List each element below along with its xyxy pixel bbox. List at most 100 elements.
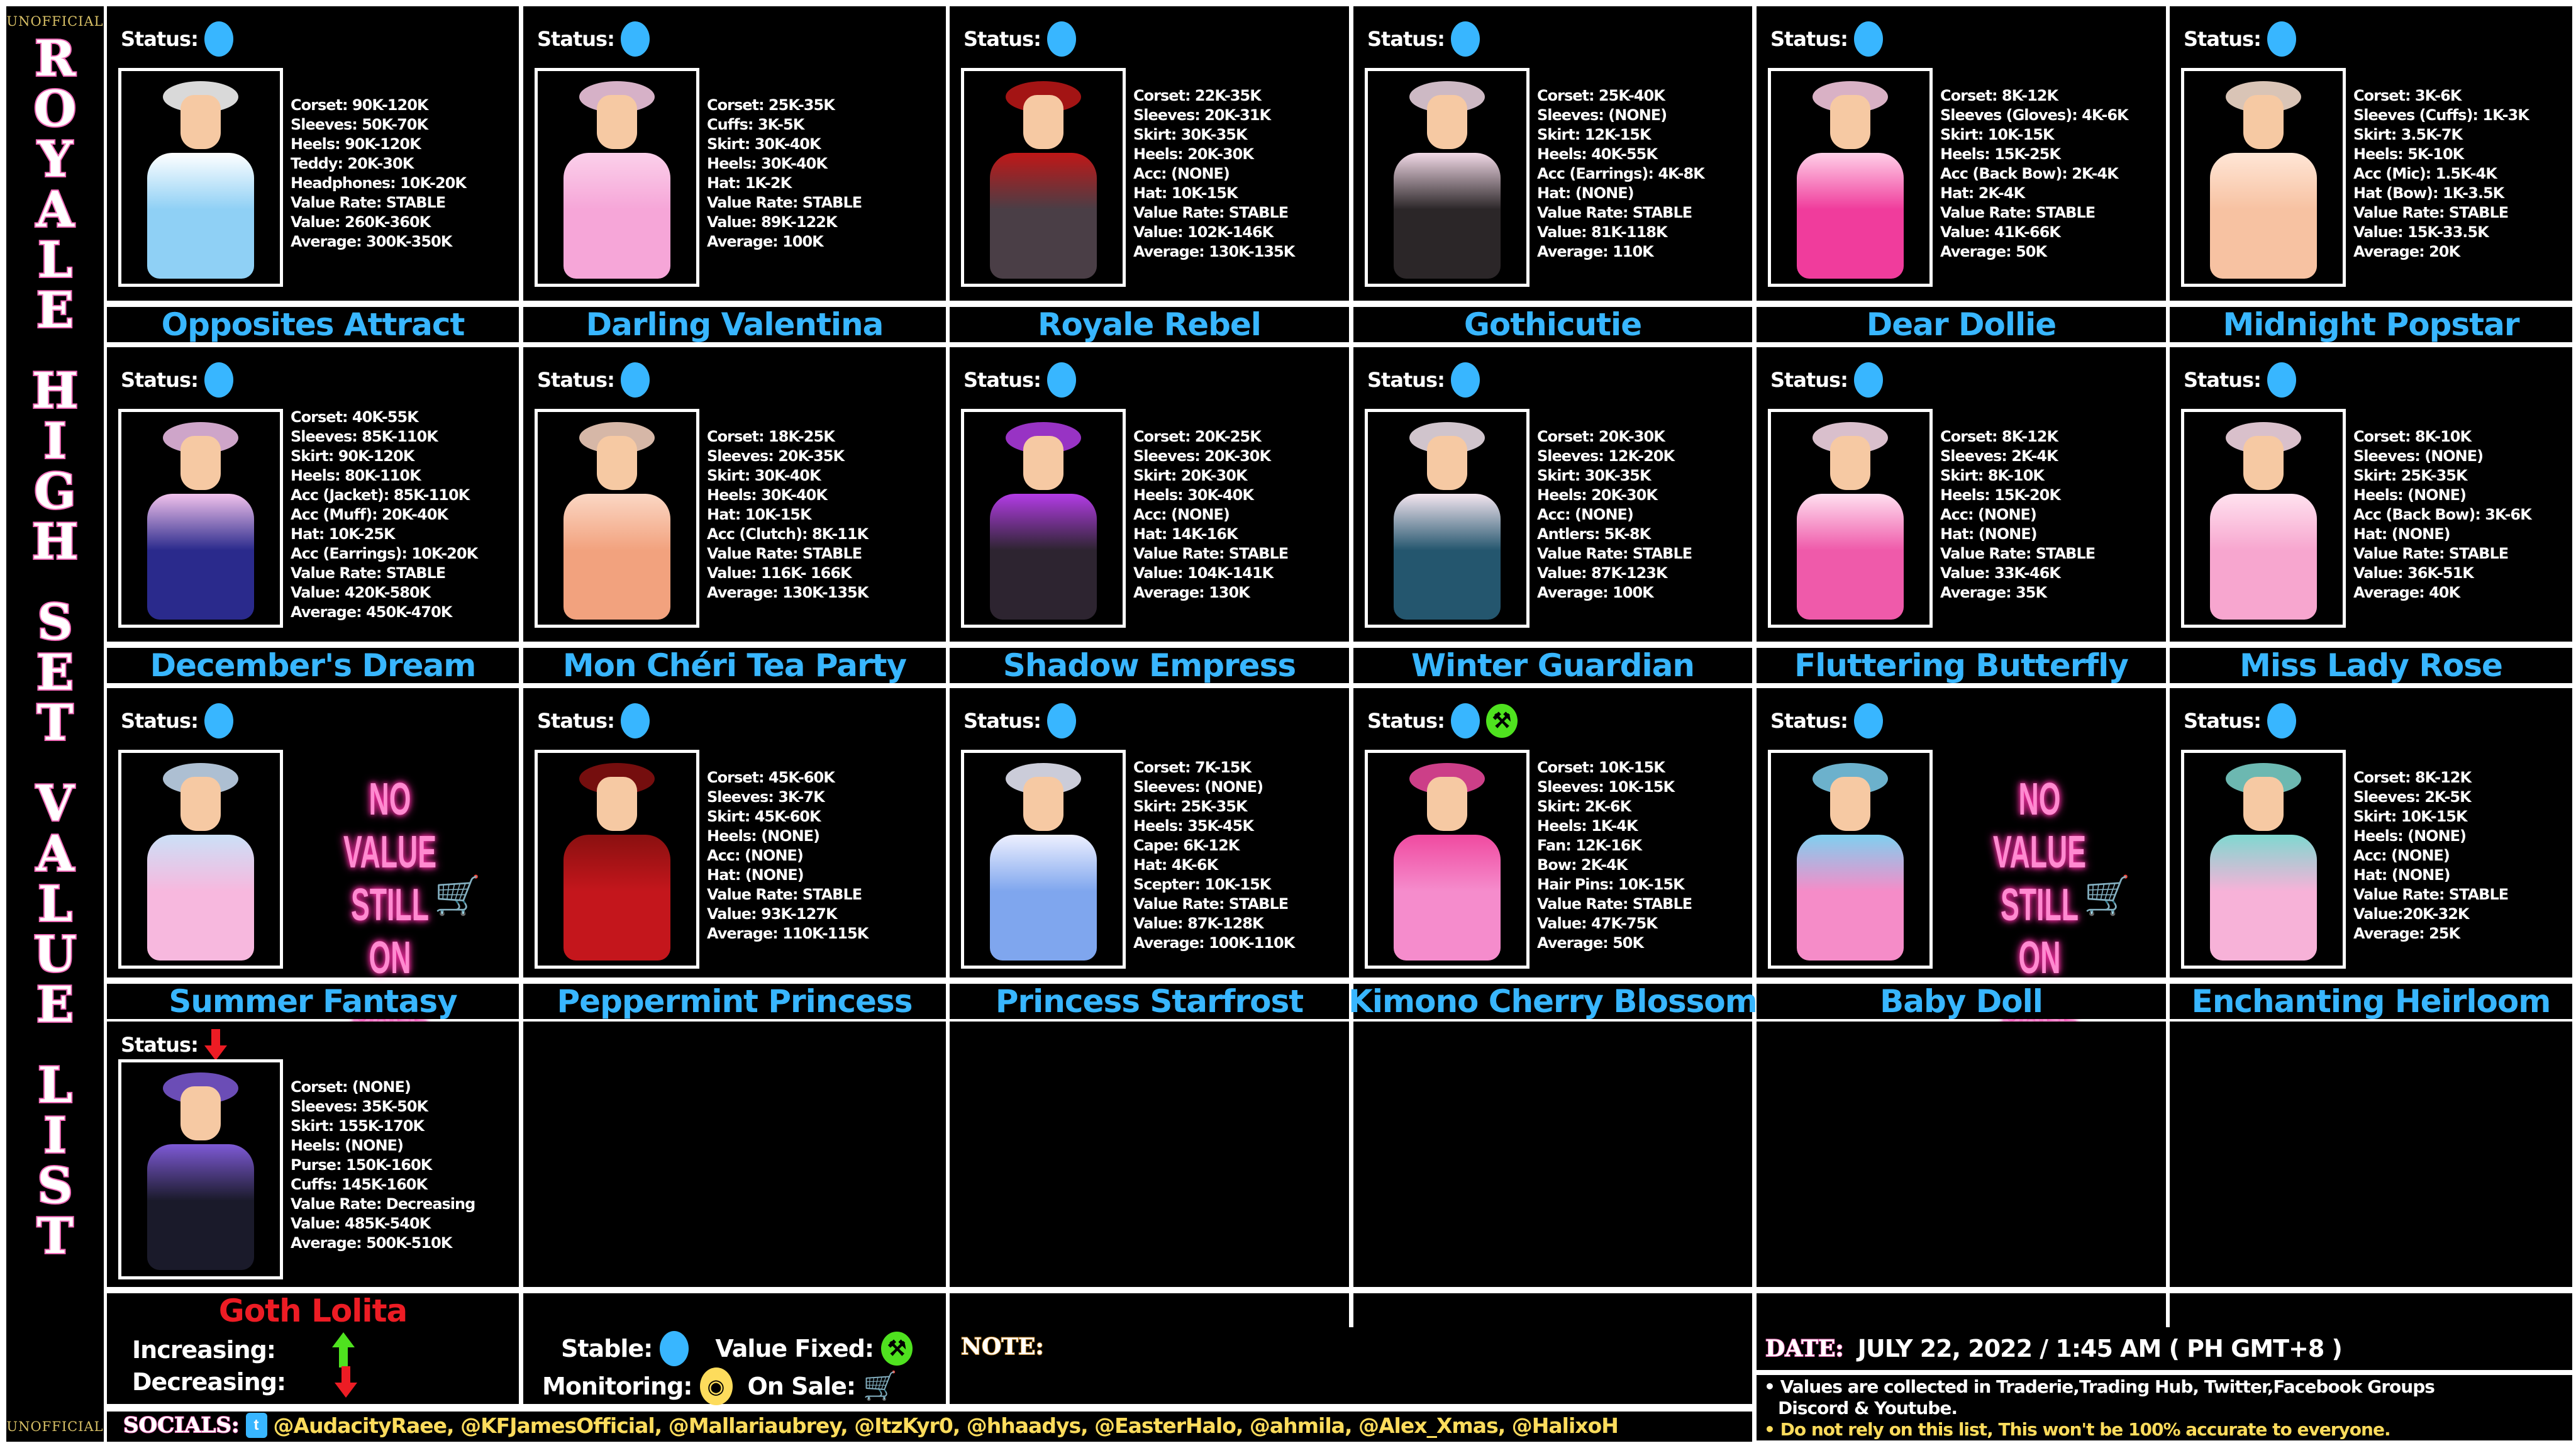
piece-value-line: Corset: 7K-15K — [1133, 759, 1252, 776]
piece-value-line: Headphones: 10K-20K — [291, 174, 467, 192]
piece-value-line: Corset: 45K-60K — [707, 768, 835, 786]
piece-values-list: Corset: 22K-35K Sleeves: 20K-31K Skirt: 30… — [1133, 86, 1295, 262]
outfit-portrait-image — [535, 68, 699, 287]
socials-label: SOCIALS: — [123, 1412, 240, 1439]
stable-dot-icon — [1853, 362, 1883, 398]
shopping-cart-icon: 🛒 — [434, 874, 481, 916]
piece-value-line: Sleeves: (NONE) — [1133, 778, 1263, 796]
piece-value-line: Value: 104K-141K — [1133, 564, 1274, 582]
outfit-portrait-image — [961, 409, 1126, 628]
piece-value-line: Skirt: 10K-15K — [1940, 125, 2055, 143]
piece-value-line: Value: 116K- 166K — [707, 564, 852, 582]
avatar-head — [2243, 777, 2284, 831]
piece-value-line: Acc: (NONE) — [1940, 505, 2037, 523]
piece-value-line: Acc: (NONE) — [707, 846, 804, 864]
piece-value-line: Cuffs: 145K-160K — [291, 1175, 428, 1193]
avatar-head — [180, 436, 221, 490]
set-card: Status: Corset: 8K-12K Sleeves: 2K-4K Skirt… — [1757, 347, 2166, 642]
avatar-figure — [1372, 412, 1523, 625]
avatar-dress — [564, 494, 670, 620]
avatar-head — [180, 95, 221, 149]
set-card: Status: Corset: 40K-55K Sleeves: 85K-110K S… — [107, 347, 519, 642]
empty-set-name-bar — [1353, 1293, 1752, 1328]
title-letter: E — [35, 644, 75, 701]
avatar-dress — [147, 835, 254, 961]
no-value-line: STILL ON — [351, 880, 429, 983]
piece-values-list: Corset: 8K-10K Sleeves: (NONE) Skirt: 25K-… — [2353, 427, 2532, 603]
set-name-bar: Opposites Attract — [107, 306, 519, 343]
piece-value-line: Sleeves: 20K-35K — [707, 447, 845, 465]
avatar-figure — [1372, 71, 1523, 284]
piece-values-list: Corset: 8K-12K Sleeves: 2K-4K Skirt: 8K-10… — [1940, 427, 2096, 603]
piece-value-line: Hat: 1K-2K — [707, 174, 792, 192]
title-letter: S — [36, 594, 74, 651]
piece-value-line: Heels: 1K-4K — [1537, 817, 1638, 835]
piece-value-line: Acc: (NONE) — [1133, 505, 1230, 523]
title-letter: A — [35, 181, 75, 238]
status-row: Status: — [963, 21, 1076, 57]
piece-value-line: Skirt: 90K-120K — [291, 447, 414, 465]
set-name-bar: Winter Guardian — [1353, 647, 1752, 684]
piece-value-line: Sleeves: 2K-4K — [1940, 447, 2058, 465]
piece-value-line: Heels: 20K-30K — [1133, 145, 1254, 163]
piece-value-line: Average: 35K — [1940, 583, 2047, 601]
status-label: Status: — [963, 368, 1041, 392]
avatar-head — [597, 777, 637, 831]
status-label: Status: — [1367, 709, 1445, 733]
set-name: Opposites Attract — [161, 306, 465, 343]
socials-bar: SOCIALS: t @AudacityRaee, @KFJamesOffici… — [107, 1412, 1752, 1442]
piece-value-line: Cape: 6K-12K — [1133, 837, 1240, 854]
set-name: Goth Lolita — [218, 1293, 408, 1329]
status-row: Status: — [2184, 362, 2296, 398]
shopping-cart-icon: 🛒 — [863, 1371, 897, 1401]
piece-value-line: Acc (Mic): 1.5K-4K — [2353, 164, 2497, 182]
outfit-portrait-image — [118, 1059, 283, 1279]
status-row: Status: — [537, 21, 650, 57]
status-label: Status: — [1770, 709, 1848, 733]
piece-value-line: Sleeves: (NONE) — [1537, 106, 1667, 124]
set-name-bar: Princess Starfrost — [950, 983, 1349, 1020]
piece-value-line: Hat: (NONE) — [2353, 866, 2451, 884]
arrow-up-icon — [331, 1332, 355, 1367]
set-name: Miss Lady Rose — [2240, 647, 2503, 684]
set-name-bar: Kimono Cherry Blossom — [1348, 983, 1758, 1020]
piece-value-line: Acc (Jacket): 85K-110K — [291, 486, 470, 504]
piece-value-line: Heels: 15K-20K — [1940, 486, 2061, 504]
avatar-dress — [2210, 494, 2317, 620]
piece-value-line: Heels: (NONE) — [707, 827, 820, 845]
avatar-dress — [147, 1144, 254, 1270]
avatar-figure — [968, 412, 1119, 625]
piece-value-line: Sleeves: 10K-15K — [1537, 778, 1675, 796]
info-sources-line-cont: Discord & Youtube. — [1778, 1398, 1958, 1418]
piece-value-line: Sleeves: 12K-20K — [1537, 447, 1675, 465]
status-row: Status: — [1770, 362, 1883, 398]
set-name: Summer Fantasy — [169, 983, 457, 1020]
decreasing-label: Decreasing: — [132, 1368, 286, 1396]
no-value-line: NO VALUE — [1993, 774, 2086, 877]
outfit-portrait-image — [118, 409, 283, 628]
piece-value-line: Average: 130K — [1133, 583, 1250, 601]
avatar-figure — [125, 753, 276, 966]
avatar-figure — [541, 753, 692, 966]
increasing-label: Increasing: — [132, 1336, 276, 1364]
outfit-portrait-image — [118, 68, 283, 287]
piece-value-line: Sleeves: 3K-7K — [707, 788, 825, 806]
avatar-head — [1427, 436, 1467, 490]
set-card: Status: Corset: 90K-120K Sleeves: 50K-70K H… — [107, 6, 519, 301]
piece-value-line: Corset: 8K-12K — [1940, 427, 2058, 445]
status-row: Status: — [1770, 703, 1883, 738]
status-row: Status: ⚒ — [1367, 703, 1518, 738]
title-letter: S — [36, 1157, 74, 1215]
set-card: Status: Corset: 22K-35K Sleeves: 20K-31K Sk… — [950, 6, 1349, 301]
set-card: Status: Corset: 18K-25K Sleeves: 20K-35K Sk… — [523, 347, 946, 642]
piece-value-line: Heels: 30K-40K — [707, 155, 828, 172]
set-card: Status: Corset: 20K-30K Sleeves: 12K-20K Sk… — [1353, 347, 1752, 642]
set-name-bar: December's Dream — [107, 647, 519, 684]
unofficial-label-top: UNOFFICIAL — [6, 14, 104, 29]
avatar-head — [1427, 95, 1467, 149]
set-name-bar: Darling Valentina — [523, 306, 946, 343]
piece-value-line: Corset: 18K-25K — [707, 427, 835, 445]
stable-dot-icon — [1853, 21, 1883, 57]
piece-value-line: Heels: 30K-40K — [707, 486, 828, 504]
piece-value-line: Value: 15K-33.5K — [2353, 223, 2489, 241]
